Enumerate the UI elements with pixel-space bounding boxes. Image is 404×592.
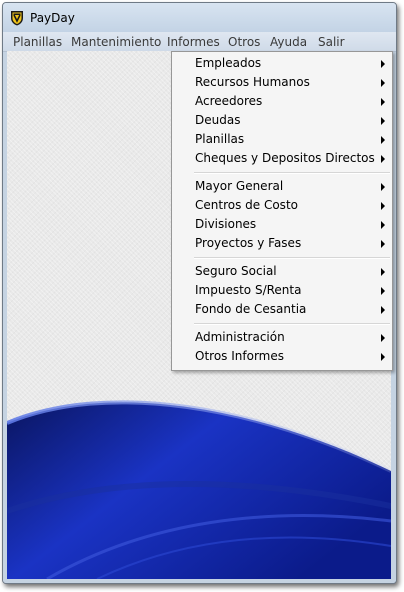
menu-ayuda[interactable]: Ayuda bbox=[270, 35, 307, 49]
menu-item-label: Proyectos y Fases bbox=[195, 236, 302, 250]
menu-item-impuesto-s-renta[interactable]: Impuesto S/Renta bbox=[172, 281, 392, 300]
menu-item-label: Recursos Humanos bbox=[195, 75, 310, 89]
menu-item-label: Seguro Social bbox=[195, 264, 277, 278]
menu-item-label: Divisiones bbox=[195, 217, 257, 231]
window-title: PayDay bbox=[30, 11, 75, 25]
menu-item-fondo-de-cesantia[interactable]: Fondo de Cesantia bbox=[172, 300, 392, 319]
chevron-right-icon bbox=[381, 117, 385, 125]
informes-dropdown-menu: Empleados Recursos Humanos Acreedores De… bbox=[171, 51, 393, 371]
menu-item-acreedores[interactable]: Acreedores bbox=[172, 92, 392, 111]
chevron-right-icon bbox=[381, 202, 385, 210]
payday-window: PayDay Planillas Mantenimiento Informes … bbox=[2, 2, 397, 584]
menu-salir[interactable]: Salir bbox=[318, 35, 345, 49]
menu-item-label: Centros de Costo bbox=[195, 198, 298, 212]
menu-item-administracion[interactable]: Administración bbox=[172, 328, 392, 347]
menu-item-label: Administración bbox=[195, 330, 285, 344]
menu-item-otros-informes[interactable]: Otros Informes bbox=[172, 347, 392, 366]
chevron-right-icon bbox=[381, 183, 385, 191]
chevron-right-icon bbox=[381, 79, 385, 87]
payday-shield-icon bbox=[11, 11, 23, 26]
menu-item-label: Deudas bbox=[195, 113, 241, 127]
chevron-right-icon bbox=[381, 221, 385, 229]
chevron-right-icon bbox=[381, 136, 385, 144]
menu-item-deudas[interactable]: Deudas bbox=[172, 111, 392, 130]
chevron-right-icon bbox=[381, 240, 385, 248]
menu-item-label: Otros Informes bbox=[195, 349, 284, 363]
menu-item-cheques-depositos[interactable]: Cheques y Depositos Directos bbox=[172, 149, 392, 168]
menu-item-seguro-social[interactable]: Seguro Social bbox=[172, 262, 392, 281]
menu-item-centros-de-costo[interactable]: Centros de Costo bbox=[172, 196, 392, 215]
menu-separator bbox=[194, 257, 390, 259]
menu-item-empleados[interactable]: Empleados bbox=[172, 54, 392, 73]
menu-item-proyectos-y-fases[interactable]: Proyectos y Fases bbox=[172, 234, 392, 253]
window-bottom-border bbox=[3, 579, 396, 583]
menu-planillas[interactable]: Planillas bbox=[13, 35, 62, 49]
chevron-right-icon bbox=[381, 268, 385, 276]
title-bar[interactable]: PayDay bbox=[3, 3, 396, 32]
menu-separator bbox=[194, 172, 390, 174]
menu-separator bbox=[194, 323, 390, 325]
chevron-right-icon bbox=[381, 306, 385, 314]
menu-item-label: Planillas bbox=[195, 132, 245, 146]
menu-item-planillas[interactable]: Planillas bbox=[172, 130, 392, 149]
menu-item-mayor-general[interactable]: Mayor General bbox=[172, 177, 392, 196]
chevron-right-icon bbox=[381, 60, 385, 68]
chevron-right-icon bbox=[381, 353, 385, 361]
menu-item-divisiones[interactable]: Divisiones bbox=[172, 215, 392, 234]
screenshot-frame: PayDay Planillas Mantenimiento Informes … bbox=[0, 0, 404, 592]
menu-item-label: Cheques y Depositos Directos bbox=[195, 151, 375, 165]
chevron-right-icon bbox=[381, 334, 385, 342]
menu-otros[interactable]: Otros bbox=[228, 35, 260, 49]
chevron-right-icon bbox=[381, 287, 385, 295]
menu-item-recursos-humanos[interactable]: Recursos Humanos bbox=[172, 73, 392, 92]
menu-item-label: Fondo de Cesantia bbox=[195, 302, 307, 316]
menu-mantenimiento[interactable]: Mantenimiento bbox=[71, 35, 161, 49]
menu-item-label: Mayor General bbox=[195, 179, 284, 193]
menu-item-label: Empleados bbox=[195, 56, 262, 70]
menu-informes[interactable]: Informes bbox=[167, 35, 220, 49]
chevron-right-icon bbox=[381, 155, 385, 163]
menu-item-label: Impuesto S/Renta bbox=[195, 283, 302, 297]
menu-item-label: Acreedores bbox=[195, 94, 263, 108]
menu-bar: Planillas Mantenimiento Informes Otros A… bbox=[3, 32, 396, 52]
chevron-right-icon bbox=[381, 98, 385, 106]
